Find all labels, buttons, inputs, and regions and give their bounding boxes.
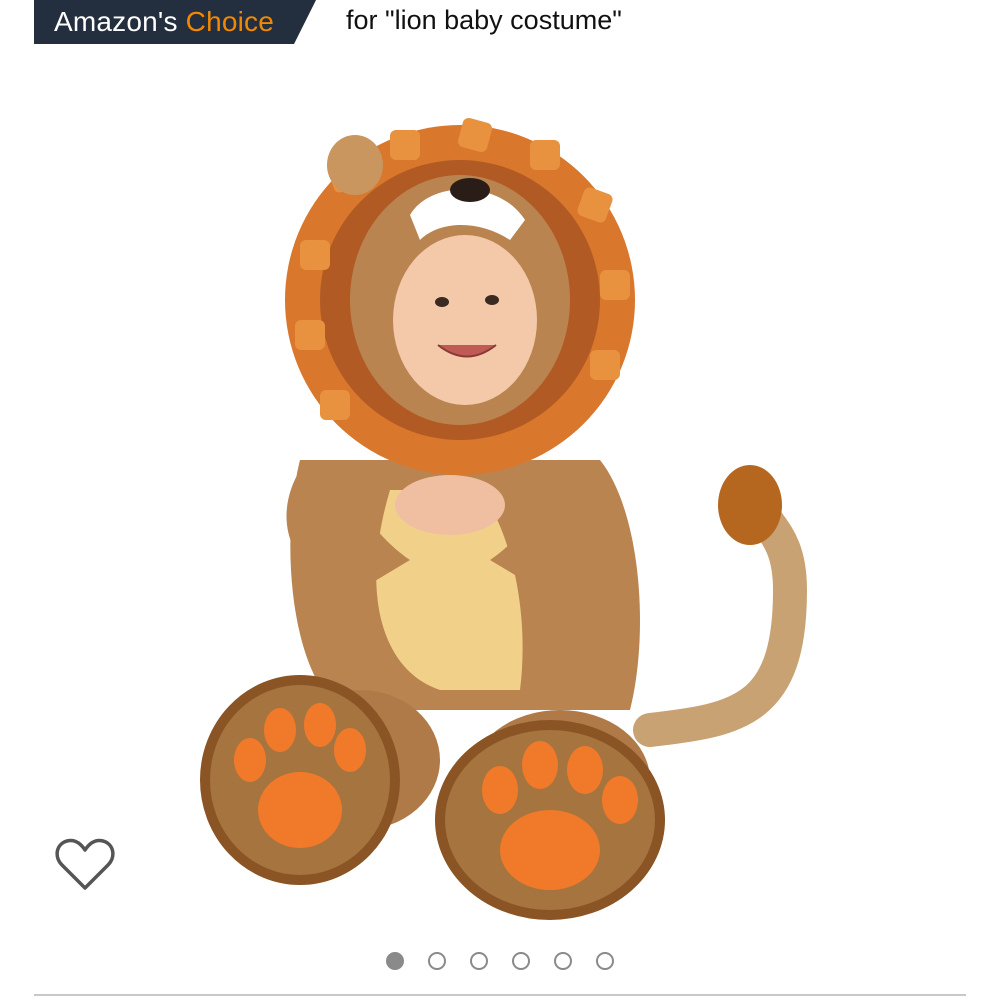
badge-query-text: for "lion baby costume": [346, 4, 622, 35]
badge-prefix: Amazon's: [54, 6, 178, 37]
divider: [34, 994, 966, 996]
carousel-dot[interactable]: [554, 952, 572, 970]
right-eye: [485, 295, 499, 305]
left-ear: [327, 135, 383, 195]
left-eye: [435, 297, 449, 307]
badge-highlight: Choice: [185, 6, 275, 37]
carousel-indicator: [0, 952, 1000, 976]
product-image[interactable]: [180, 70, 840, 930]
hood-nose: [450, 178, 490, 202]
tail-tuft: [718, 465, 782, 545]
face: [393, 235, 537, 405]
wishlist-heart-icon[interactable]: [54, 836, 116, 892]
carousel-dot[interactable]: [470, 952, 488, 970]
badge-label: Amazon's Choice: [34, 0, 316, 44]
carousel-dot[interactable]: [512, 952, 530, 970]
carousel-dot[interactable]: [428, 952, 446, 970]
amazons-choice-badge: Amazon's Choice: [34, 0, 316, 44]
carousel-dot[interactable]: [596, 952, 614, 970]
tail: [633, 493, 808, 747]
hands: [395, 475, 505, 535]
carousel-dot[interactable]: [386, 952, 404, 970]
